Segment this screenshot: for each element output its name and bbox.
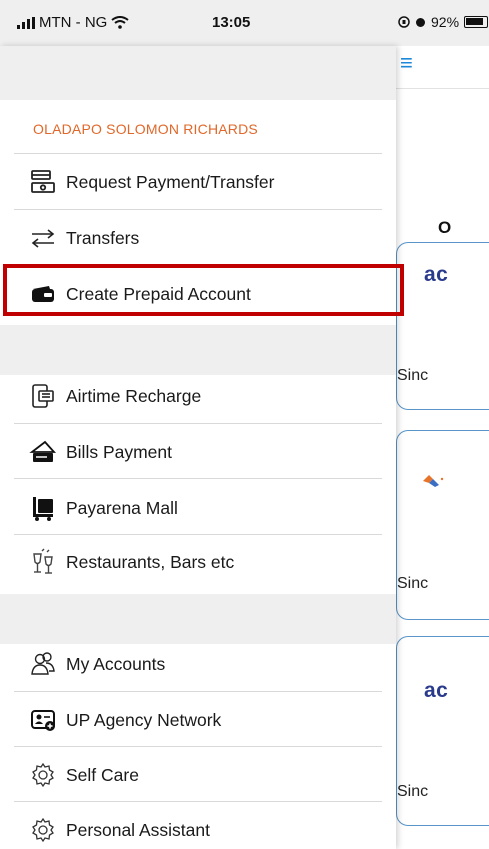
hamburger-menu-icon[interactable]: ≡ bbox=[400, 50, 413, 76]
divider bbox=[14, 534, 382, 535]
bank-logo-icon bbox=[423, 475, 444, 487]
divider bbox=[14, 209, 382, 210]
menu-item-personal-assistant[interactable]: Personal Assistant bbox=[28, 804, 388, 849]
menu-item-transfers[interactable]: Transfers bbox=[28, 212, 388, 264]
status-bar: MTN - NG 13:05 92% bbox=[0, 0, 489, 46]
battery-percent: 92% bbox=[431, 14, 460, 30]
menu-item-bills-payment[interactable]: Bills Payment bbox=[28, 426, 388, 478]
menu-item-request-payment[interactable]: Request Payment/Transfer bbox=[28, 156, 388, 208]
menu-item-label: Request Payment/Transfer bbox=[66, 171, 275, 192]
card-brand-text: ac bbox=[424, 263, 449, 286]
divider bbox=[14, 478, 382, 479]
status-right: 92% bbox=[398, 14, 489, 30]
card-since-text: Sinc bbox=[397, 783, 429, 800]
alarm-icon bbox=[416, 18, 425, 27]
carrier-name: MTN - NG bbox=[39, 14, 108, 31]
bills-icon bbox=[28, 437, 58, 467]
request-payment-icon bbox=[28, 167, 58, 197]
transfer-arrows-icon bbox=[28, 223, 58, 253]
phone-recharge-icon bbox=[28, 381, 58, 411]
menu-item-label: My Accounts bbox=[66, 653, 166, 674]
orientation-lock-icon bbox=[398, 16, 410, 28]
menu-item-my-accounts[interactable]: My Accounts bbox=[28, 638, 388, 690]
menu-item-self-care[interactable]: Self Care bbox=[28, 749, 388, 801]
user-name: OLADAPO SOLOMON RICHARDS bbox=[33, 121, 258, 137]
drawer-header-spacer bbox=[0, 46, 396, 100]
gear-icon bbox=[28, 815, 58, 845]
menu-item-label: Payarena Mall bbox=[66, 497, 178, 518]
signal-bars-icon bbox=[17, 16, 35, 29]
card-since-text: Sinc bbox=[397, 367, 429, 384]
agency-network-icon bbox=[28, 705, 58, 735]
drinks-icon bbox=[28, 547, 58, 577]
divider bbox=[14, 423, 382, 424]
shopping-cart-icon bbox=[28, 493, 58, 523]
divider bbox=[14, 746, 382, 747]
carrier-group: MTN - NG bbox=[17, 14, 129, 31]
divider bbox=[14, 153, 382, 154]
group-separator bbox=[0, 325, 396, 375]
accounts-people-icon bbox=[28, 649, 58, 679]
divider bbox=[14, 691, 382, 692]
menu-item-label: Personal Assistant bbox=[66, 819, 210, 840]
wifi-icon bbox=[111, 16, 129, 29]
card-since-text: Sinc bbox=[397, 575, 429, 592]
account-card[interactable]: Sinc bbox=[396, 430, 489, 620]
menu-item-label: Airtime Recharge bbox=[66, 385, 202, 406]
menu-item-up-agency-network[interactable]: UP Agency Network bbox=[28, 694, 388, 746]
menu-item-label: Bills Payment bbox=[66, 441, 173, 462]
menu-item-airtime-recharge[interactable]: Airtime Recharge bbox=[28, 370, 388, 422]
menu-item-payarena-mall[interactable]: Payarena Mall bbox=[28, 482, 388, 534]
menu-item-label: Restaurants, Bars etc bbox=[66, 551, 235, 572]
status-time: 13:05 bbox=[212, 14, 251, 31]
menu-item-restaurants[interactable]: Restaurants, Bars etc bbox=[28, 536, 388, 588]
background-page: ≡ O ac Sinc Sinc ac Sinc bbox=[396, 46, 489, 849]
menu-item-label: Self Care bbox=[66, 764, 139, 785]
gear-icon bbox=[28, 760, 58, 790]
group-separator bbox=[0, 594, 396, 644]
account-card[interactable]: ac Sinc bbox=[396, 242, 489, 410]
highlight-box bbox=[3, 264, 404, 316]
card-brand-text: ac bbox=[424, 679, 449, 702]
divider bbox=[14, 801, 382, 802]
account-card[interactable]: ac Sinc bbox=[396, 636, 489, 826]
header-divider bbox=[396, 88, 489, 89]
menu-item-label: Transfers bbox=[66, 227, 140, 248]
battery-icon bbox=[464, 16, 489, 28]
section-title: O bbox=[438, 218, 452, 237]
menu-item-label: UP Agency Network bbox=[66, 709, 222, 730]
navigation-drawer: OLADAPO SOLOMON RICHARDS Request Payment… bbox=[0, 46, 396, 849]
